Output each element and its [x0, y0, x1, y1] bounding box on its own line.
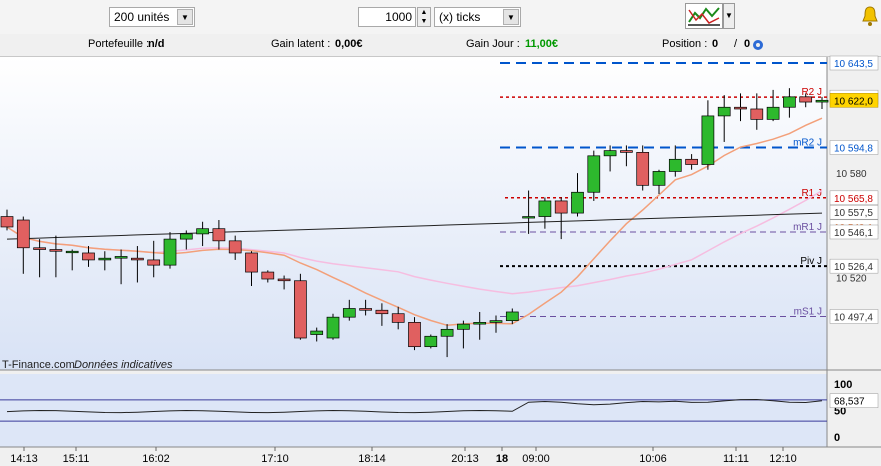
- candle-up: [310, 330, 324, 335]
- candle-down: [147, 259, 161, 266]
- candle-down: [375, 309, 389, 315]
- candle-up: [65, 250, 79, 254]
- candle-down: [685, 158, 698, 165]
- y-tick-label: 10 520: [836, 273, 867, 284]
- candle-up: [668, 158, 682, 172]
- candle-up: [326, 316, 340, 339]
- x-tick-label: 14:13: [10, 453, 38, 465]
- candle-down: [33, 247, 46, 250]
- candle-up: [783, 96, 796, 108]
- candle-down: [261, 271, 275, 280]
- candle[interactable]: [636, 145, 650, 191]
- candle-down: [620, 150, 633, 153]
- x-tick-label: 16:02: [142, 453, 170, 465]
- candle-down: [294, 280, 307, 339]
- candle-down: [391, 313, 405, 323]
- indicator-tick-label: 100: [834, 379, 852, 391]
- x-tick-label: 18:14: [358, 453, 386, 465]
- level-name: mS1 J: [794, 306, 822, 317]
- x-tick-label: 20:13: [451, 453, 479, 465]
- candle[interactable]: [326, 313, 340, 340]
- price-tag-label: 10 557,5: [834, 208, 873, 219]
- candle-up: [114, 256, 128, 259]
- candle-up: [522, 216, 535, 219]
- candle-down: [636, 152, 650, 186]
- candle-up: [473, 322, 487, 325]
- candle[interactable]: [294, 273, 307, 340]
- candle-up: [815, 99, 829, 103]
- indicator-value-label: 68,537: [834, 397, 865, 408]
- price-chart[interactable]: 10 643,5R2 J10 623,810 622,0mR2 J10 594,…: [0, 0, 881, 466]
- candle[interactable]: [424, 334, 438, 349]
- price-tag-label: 10 546,1: [834, 228, 873, 239]
- indicator-tick-label: 0: [834, 432, 840, 444]
- candle-down: [554, 200, 568, 214]
- candle-up: [342, 308, 356, 318]
- candle-up: [179, 233, 193, 240]
- candle-up: [587, 155, 601, 193]
- candle-down: [82, 252, 95, 261]
- price-tag-label: 10 526,4: [834, 262, 873, 273]
- candle-up: [717, 106, 731, 117]
- price-tag-label: 10 622,0: [834, 96, 873, 107]
- indicator-panel: [0, 374, 827, 447]
- level-name: mR1 J: [793, 222, 822, 233]
- candle-down: [131, 257, 144, 261]
- price-tag-label: 10 594,8: [834, 143, 873, 154]
- candle-down: [734, 106, 747, 110]
- candle-up: [652, 171, 666, 186]
- candle-up: [766, 106, 780, 120]
- candle-up: [98, 257, 112, 261]
- candle-down: [212, 228, 226, 242]
- candle-down: [228, 240, 242, 254]
- candle-up: [603, 150, 617, 157]
- candle-down: [359, 308, 372, 311]
- candle-up: [489, 320, 503, 323]
- candle[interactable]: [408, 317, 421, 351]
- candle-up: [163, 238, 177, 266]
- candle-down: [408, 322, 421, 348]
- price-tag-label: 10 565,8: [834, 194, 873, 205]
- candle-up: [440, 328, 454, 337]
- candle-up: [457, 323, 470, 330]
- x-tick-label: 17:10: [261, 453, 289, 465]
- candle-down: [277, 278, 291, 282]
- x-tick-label: 15:11: [63, 453, 90, 465]
- price-tag-label: 10 497,4: [834, 312, 873, 323]
- level-name: mR2 J: [793, 137, 822, 148]
- level-name: Piv J: [800, 256, 822, 267]
- x-tick-label: 11:11: [723, 453, 749, 465]
- x-tick-label: 12:10: [769, 453, 797, 465]
- candle-up: [424, 335, 438, 348]
- candle-down: [245, 252, 258, 273]
- candle-up: [538, 200, 552, 217]
- candle-down: [16, 219, 30, 249]
- price-tag-label: 10 643,5: [834, 59, 873, 70]
- candle-down: [799, 96, 813, 103]
- candle-down: [0, 216, 14, 228]
- candle-down: [750, 108, 764, 120]
- candle-up: [571, 191, 584, 214]
- candle-down: [49, 249, 63, 252]
- candle-up: [505, 311, 519, 321]
- watermark-note: Données indicatives: [74, 359, 173, 371]
- candle-up: [701, 115, 715, 165]
- x-tick-label: 09:00: [522, 453, 550, 465]
- candle-up: [196, 228, 209, 235]
- y-tick-label: 10 580: [836, 169, 867, 180]
- watermark-source: T-Finance.com: [2, 359, 75, 371]
- x-tick-label: 10:06: [639, 453, 667, 465]
- x-tick-label: 18: [496, 453, 508, 465]
